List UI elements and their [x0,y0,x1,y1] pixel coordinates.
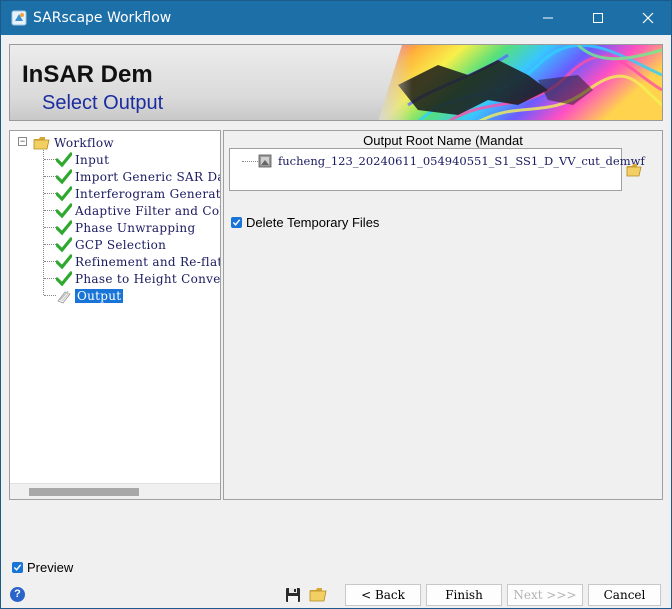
delete-temp-files-checkbox[interactable]: Delete Temporary Files [231,215,379,230]
checkmark-icon [56,219,72,235]
output-filename: fucheng_123_20240611_054940551_S1_SS1_D_… [278,154,645,168]
sarscape-workflow-window: SARscape Workflow InSAR Dem Select Outpu… [0,0,672,609]
checkmark-icon [56,168,72,184]
checkmark-icon [56,270,72,286]
tree-horizontal-scrollbar[interactable] [10,483,220,499]
maximize-icon [593,13,603,23]
checkbox-checked-icon [12,562,23,573]
file-icon [258,154,272,168]
minimize-icon [543,17,553,19]
checkmark-icon [56,185,72,201]
tree-item-input[interactable]: Input [56,151,109,168]
open-folder-icon[interactable] [309,587,327,602]
next-button[interactable]: Next >>> [507,584,583,606]
tree-collapse-toggle[interactable]: − [18,137,27,146]
preview-label: Preview [27,560,74,575]
close-icon [642,12,654,24]
tree-root-workflow[interactable]: Workflow [33,134,114,151]
preview-checkbox[interactable]: Preview [12,560,73,575]
close-button[interactable] [625,1,671,35]
checkbox-checked-icon [231,217,242,228]
save-icon[interactable] [285,587,301,603]
interferogram-image [378,45,662,120]
window-title: SARscape Workflow [33,10,172,26]
cancel-button[interactable]: Cancel [588,584,661,606]
output-root-name-title: Output Root Name (Mandat [363,133,523,148]
tree-item-phase-to-height[interactable]: Phase to Height Convers [56,270,220,287]
tree-item-adaptive-filter[interactable]: Adaptive Filter and Col [56,202,220,219]
title-bar: SARscape Workflow [1,1,671,35]
maximize-button[interactable] [575,1,621,35]
tree-item-refinement[interactable]: Refinement and Re-flatt [56,253,220,270]
checkmark-icon [56,202,72,218]
browse-folder-icon[interactable] [626,163,642,177]
pencil-paper-icon [57,290,71,303]
workflow-tree: − Workflow Input Import Generic SAR Data… [9,130,221,500]
tree-item-import-generic-sar-data[interactable]: Import Generic SAR Data [56,168,220,185]
checkmark-icon [56,236,72,252]
tree-item-phase-unwrapping[interactable]: Phase Unwrapping [56,219,195,236]
app-icon [11,10,27,26]
output-settings-panel: Output Root Name (Mandat fucheng_123_202… [223,130,663,500]
step-subtitle: Select Output [42,92,164,114]
tree-item-gcp-selection[interactable]: GCP Selection [56,236,166,253]
checkmark-icon [56,151,72,167]
back-button[interactable]: < Back [345,584,421,606]
tree-item-interferogram-generation[interactable]: Interferogram Generatio [56,185,220,202]
delete-temp-files-label: Delete Temporary Files [246,215,380,230]
finish-button[interactable]: Finish [426,584,502,606]
scrollbar-thumb[interactable] [29,488,139,496]
help-icon[interactable]: ? [10,587,25,602]
checkmark-icon [56,253,72,269]
tree-root-label: Workflow [54,135,114,150]
minimize-button[interactable] [525,1,571,35]
folder-open-icon [33,136,50,149]
output-root-name-box[interactable]: fucheng_123_20240611_054940551_S1_SS1_D_… [229,148,645,191]
tree-item-output[interactable]: Output [56,287,124,304]
header-banner: InSAR Dem Select Output [9,44,663,121]
workflow-title: InSAR Dem [22,61,153,88]
